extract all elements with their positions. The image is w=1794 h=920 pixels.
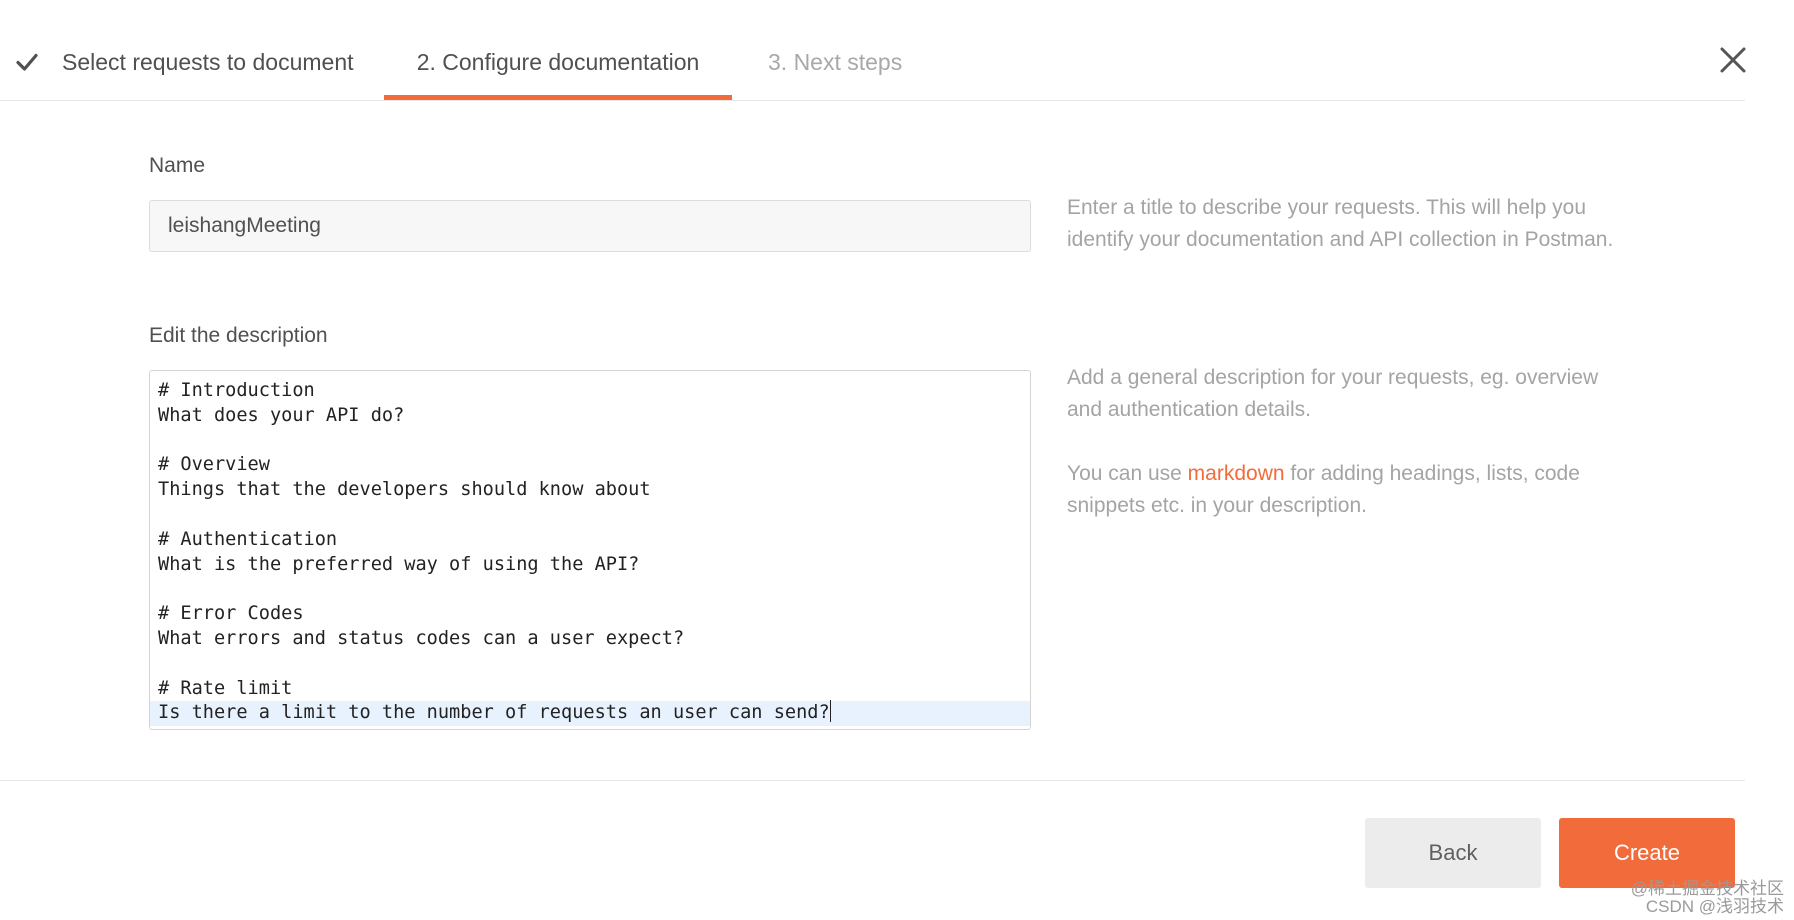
editor-line: Things that the developers should know a… bbox=[158, 479, 651, 501]
wizard-steps: Select requests to document 2. Configure… bbox=[0, 0, 1745, 101]
name-input[interactable] bbox=[149, 200, 1031, 252]
step-next-steps[interactable]: 3. Next steps bbox=[768, 0, 902, 100]
active-step-indicator bbox=[384, 95, 732, 100]
editor-line: # Overview bbox=[158, 454, 270, 476]
description-editor[interactable]: # Introduction What does your API do? # … bbox=[149, 370, 1031, 730]
step-select-requests-label: Select requests to document bbox=[62, 49, 354, 75]
editor-line: What is the preferred way of using the A… bbox=[158, 553, 640, 575]
description-help-text: Add a general description for your reque… bbox=[1067, 366, 1599, 421]
editor-line: # Authentication bbox=[158, 528, 338, 550]
step-select-requests[interactable]: Select requests to document bbox=[14, 0, 354, 100]
editor-line: What does your API do? bbox=[158, 404, 405, 426]
create-button[interactable]: Create bbox=[1559, 818, 1735, 888]
editor-line: # Introduction bbox=[158, 380, 315, 401]
markdown-help-prefix: You can use bbox=[1067, 462, 1188, 485]
markdown-link[interactable]: markdown bbox=[1188, 462, 1285, 485]
footer-divider bbox=[0, 780, 1745, 781]
editor-line: # Error Codes bbox=[158, 603, 304, 625]
close-icon[interactable] bbox=[1718, 45, 1748, 75]
step-configure-documentation[interactable]: 2. Configure documentation bbox=[384, 0, 732, 100]
markdown-help-text: You can use markdown for adding headings… bbox=[1067, 458, 1617, 521]
watermark: @稀土掘金技术社区 CSDN @浅羽技术 bbox=[1631, 880, 1784, 916]
watermark-line-1: @稀土掘金技术社区 bbox=[1630, 879, 1784, 898]
name-help-text: Enter a title to describe your requests.… bbox=[1067, 196, 1614, 251]
watermark-line-2: CSDN @浅羽技术 bbox=[1645, 897, 1784, 916]
description-label: Edit the description bbox=[149, 324, 328, 347]
editor-line-active: Is there a limit to the number of reques… bbox=[150, 700, 1030, 727]
editor-line: What errors and status codes can a user … bbox=[158, 627, 685, 649]
step-configure-documentation-label: 2. Configure documentation bbox=[416, 49, 700, 75]
editor-line: # Rate limit bbox=[158, 677, 293, 699]
back-button[interactable]: Back bbox=[1365, 818, 1541, 888]
name-label: Name bbox=[149, 154, 206, 177]
text-caret bbox=[829, 700, 831, 723]
editor-active-line-text: Is there a limit to the number of reques… bbox=[158, 702, 830, 724]
checkmark-icon bbox=[16, 53, 38, 71]
step-next-steps-label: 3. Next steps bbox=[768, 49, 903, 75]
